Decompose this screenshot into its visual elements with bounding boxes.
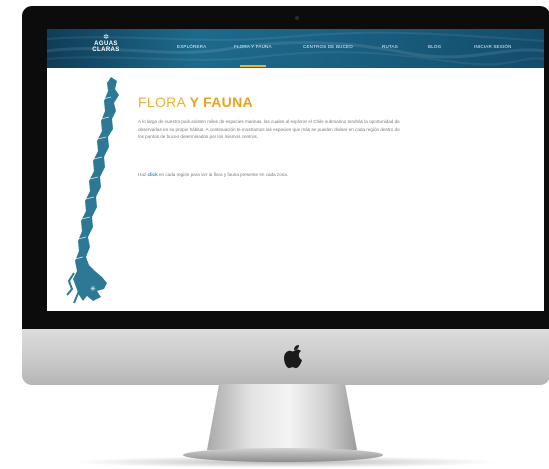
website-screen: ✲ AGUAS CLARAS EXPLÓRERA FLORA Y FAUNA C…: [47, 29, 544, 311]
nav-item-rutas[interactable]: RUTAS: [382, 44, 398, 49]
logo-line-2: CLARAS: [92, 47, 120, 53]
instruction-paragraph: Haz click en cada región para ver la flo…: [138, 171, 403, 179]
active-nav-indicator: [240, 65, 266, 67]
nav-item-iniciar-sesion[interactable]: INICIAR SESIÓN: [474, 44, 512, 49]
chile-regions-shape[interactable]: [73, 77, 119, 301]
monitor-stand: [207, 384, 357, 450]
title-bold: Y FAUNA: [189, 94, 253, 110]
intro-paragraph: A lo largo de nuestro país existen miles…: [138, 119, 400, 140]
logo-mark-icon: ✲: [103, 34, 109, 41]
click-link[interactable]: click: [147, 172, 157, 177]
region-marker-icon: ✳: [90, 285, 96, 293]
apple-logo-icon: [284, 345, 302, 369]
navigation-bar: ✲ AGUAS CLARAS EXPLÓRERA FLORA Y FAUNA C…: [47, 29, 544, 68]
camera-icon: [295, 16, 299, 20]
page-title: FLORA Y FAUNA: [138, 94, 253, 110]
instruction-suffix: en cada región para ver la flora y fauna…: [158, 172, 289, 177]
nav-item-explorer[interactable]: EXPLÓRERA: [177, 44, 206, 49]
site-logo[interactable]: ✲ AGUAS CLARAS: [85, 34, 127, 64]
title-light: FLORA: [138, 94, 186, 110]
nav-item-blog[interactable]: BLOG: [428, 44, 441, 49]
monitor-stand-base: [183, 448, 383, 462]
chile-map[interactable]: ✳: [57, 77, 142, 309]
nav-item-centros-buceo[interactable]: CENTROS DE BUCEO: [303, 44, 353, 49]
instruction-prefix: Haz: [138, 172, 147, 177]
nav-item-flora-fauna[interactable]: FLORA Y FAUNA: [234, 44, 272, 49]
